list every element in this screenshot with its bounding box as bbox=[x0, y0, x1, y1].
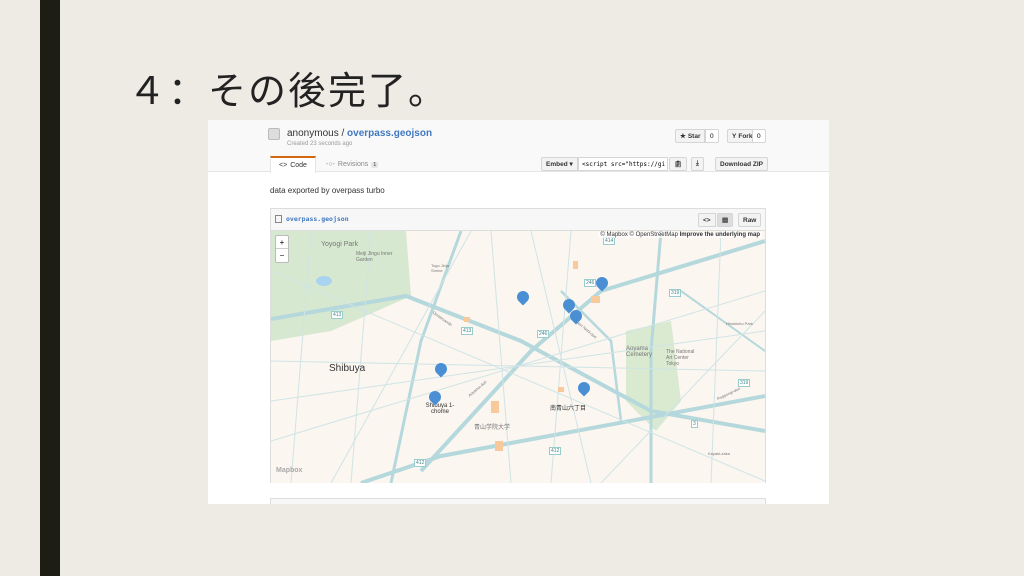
zoom-in-button[interactable]: + bbox=[276, 236, 288, 249]
mapbox-logo: Mapbox bbox=[276, 467, 303, 474]
map-attribution: © Mapbox © OpenStreetMap Improve the und… bbox=[598, 232, 762, 238]
gist-description: data exported by overpass turbo bbox=[270, 186, 385, 195]
gist-header: anonymous / overpass.geojson Created 23 … bbox=[208, 120, 829, 173]
attribution-text: © Mapbox © OpenStreetMap bbox=[600, 232, 678, 238]
pond bbox=[316, 276, 332, 286]
revisions-badge: 1 bbox=[371, 161, 379, 168]
route-shield: 319 bbox=[738, 379, 751, 387]
route-shield: 3 bbox=[691, 420, 698, 428]
document-icon: ▤ bbox=[722, 217, 729, 224]
tab-code-label: Code bbox=[290, 162, 307, 169]
file-name-link[interactable]: overpass.geojson bbox=[286, 215, 349, 223]
map-label: Aoyama Cemetery bbox=[626, 346, 653, 358]
file-icon bbox=[275, 215, 282, 223]
next-file-box bbox=[270, 498, 766, 504]
avatar bbox=[268, 128, 280, 140]
fork-label: Fork bbox=[738, 132, 753, 140]
gist-name-link[interactable]: overpass.geojson bbox=[347, 128, 432, 139]
map-label: 南青山六丁目 bbox=[550, 406, 587, 412]
slide-accent-bar bbox=[40, 0, 60, 576]
map-view[interactable]: Yoyogi Park Meiji Jingu Inner Garden Shi… bbox=[271, 231, 765, 483]
file-box: overpass.geojson <> ▤ Raw Yoyogi Park Me… bbox=[270, 208, 766, 483]
star-icon: ★ bbox=[680, 133, 686, 140]
code-icon: <> bbox=[703, 216, 711, 224]
code-icon: <> bbox=[279, 162, 288, 169]
zoom-control: + − bbox=[275, 235, 289, 263]
raw-button[interactable]: Raw bbox=[738, 213, 762, 227]
map-label: Shibuya 1-chome bbox=[425, 403, 455, 415]
tab-revisions[interactable]: -○- Revisions 1 bbox=[318, 156, 386, 173]
rendered-view-button[interactable]: ▤ bbox=[717, 213, 734, 227]
tab-code[interactable]: <> Code bbox=[270, 156, 316, 173]
download-icon: ⤓ bbox=[696, 160, 699, 167]
map-label: Yoyogi Park bbox=[321, 241, 359, 248]
improve-map-link[interactable]: Improve the underlying map bbox=[680, 232, 760, 238]
route-shield: 413 bbox=[461, 327, 474, 335]
desktop-download-button[interactable]: ⤓ bbox=[691, 157, 704, 171]
zoom-out-button[interactable]: − bbox=[276, 249, 288, 262]
map-label: Meiji Jingu Inner Garden bbox=[356, 251, 393, 263]
clipboard-icon: 📋︎ bbox=[674, 161, 683, 168]
star-label: Star bbox=[687, 132, 701, 140]
map-label: 青山学院大学 bbox=[474, 425, 511, 431]
route-shield: 412 bbox=[414, 459, 427, 467]
source-view-button[interactable]: <> bbox=[698, 213, 716, 227]
file-header: overpass.geojson <> ▤ Raw bbox=[271, 209, 765, 231]
route-shield: 412 bbox=[549, 447, 562, 455]
route-shield: 246 bbox=[584, 279, 597, 287]
route-shield: 319 bbox=[669, 289, 682, 297]
gist-title: anonymous / overpass.geojson bbox=[287, 128, 432, 139]
route-shield: 246 bbox=[537, 330, 550, 338]
copy-button[interactable]: 📋︎ bbox=[669, 157, 688, 171]
slide-title: ４：その後完了。 bbox=[128, 69, 449, 113]
tab-revisions-label: Revisions bbox=[337, 161, 369, 168]
map-label: Togo Jinja Shrine bbox=[431, 263, 450, 273]
fork-icon: Y bbox=[732, 132, 737, 140]
map-label: Shibuya bbox=[329, 363, 366, 374]
star-button[interactable]: ★ Star bbox=[675, 129, 706, 143]
download-zip-button[interactable]: Download ZIP bbox=[715, 157, 768, 171]
fork-count: 0 bbox=[752, 129, 766, 143]
route-shield: 413 bbox=[331, 311, 344, 319]
embed-dropdown[interactable]: Embed ▾ bbox=[541, 157, 578, 171]
map-label: Hinokicho Park bbox=[726, 321, 753, 326]
commit-icon: -○- bbox=[326, 161, 335, 168]
embed-input[interactable]: <script src="https://gi bbox=[578, 157, 668, 171]
owner-link[interactable]: anonymous bbox=[287, 128, 339, 139]
map-label: Kayaki-zaka bbox=[708, 451, 730, 456]
separator: / bbox=[338, 128, 348, 139]
gist-screenshot: anonymous / overpass.geojson Created 23 … bbox=[208, 120, 829, 504]
map-label: The National Art Center Tokyo bbox=[666, 349, 695, 367]
created-time: Created 23 seconds ago bbox=[287, 141, 353, 147]
route-shield: 414 bbox=[603, 237, 616, 245]
star-count: 0 bbox=[705, 129, 719, 143]
